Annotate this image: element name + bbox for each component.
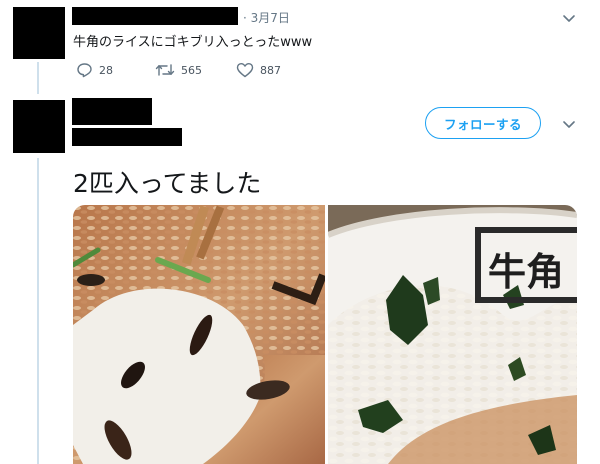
tweet2-author-handle-redacted[interactable] bbox=[72, 128, 182, 146]
like-count: 887 bbox=[260, 63, 281, 77]
retweet-icon bbox=[155, 64, 175, 76]
tweet2-avatar[interactable] bbox=[13, 100, 65, 153]
tweet2-author-name-redacted[interactable] bbox=[72, 98, 152, 125]
tweet-photo-right[interactable]: 牛角 bbox=[328, 205, 577, 464]
retweet-count: 565 bbox=[181, 63, 202, 77]
tweet2-text: 2匹入ってました bbox=[73, 169, 262, 198]
follow-button[interactable]: フォローする bbox=[425, 107, 541, 139]
tweet1-text: 牛角のライスにゴキブリ入っとったwww bbox=[73, 35, 313, 50]
reply-icon bbox=[77, 63, 92, 78]
retweet-action[interactable]: 565 bbox=[155, 62, 202, 78]
tweet1-timestamp[interactable]: · 3月7日 bbox=[243, 9, 290, 26]
reply-count: 28 bbox=[99, 63, 113, 77]
thread-line bbox=[37, 62, 39, 94]
tweet1-menu-button[interactable] bbox=[561, 10, 577, 30]
tweet2-menu-button[interactable] bbox=[561, 116, 577, 136]
tweet1-avatar[interactable] bbox=[13, 7, 65, 59]
tweet-photo-left[interactable] bbox=[73, 205, 325, 464]
tweet1-author-name-redacted[interactable] bbox=[72, 7, 238, 25]
chevron-down-icon bbox=[563, 15, 575, 22]
fried-rice-photo bbox=[73, 205, 325, 464]
bowl-logo-text: 牛角 bbox=[488, 249, 564, 294]
like-action[interactable]: 887 bbox=[236, 62, 281, 78]
heart-icon bbox=[236, 63, 254, 78]
chevron-down-icon bbox=[563, 121, 575, 128]
rice-bowl-photo: 牛角 bbox=[328, 205, 577, 464]
reply-action[interactable]: 28 bbox=[76, 62, 113, 78]
thread-gutter-line bbox=[37, 158, 39, 464]
